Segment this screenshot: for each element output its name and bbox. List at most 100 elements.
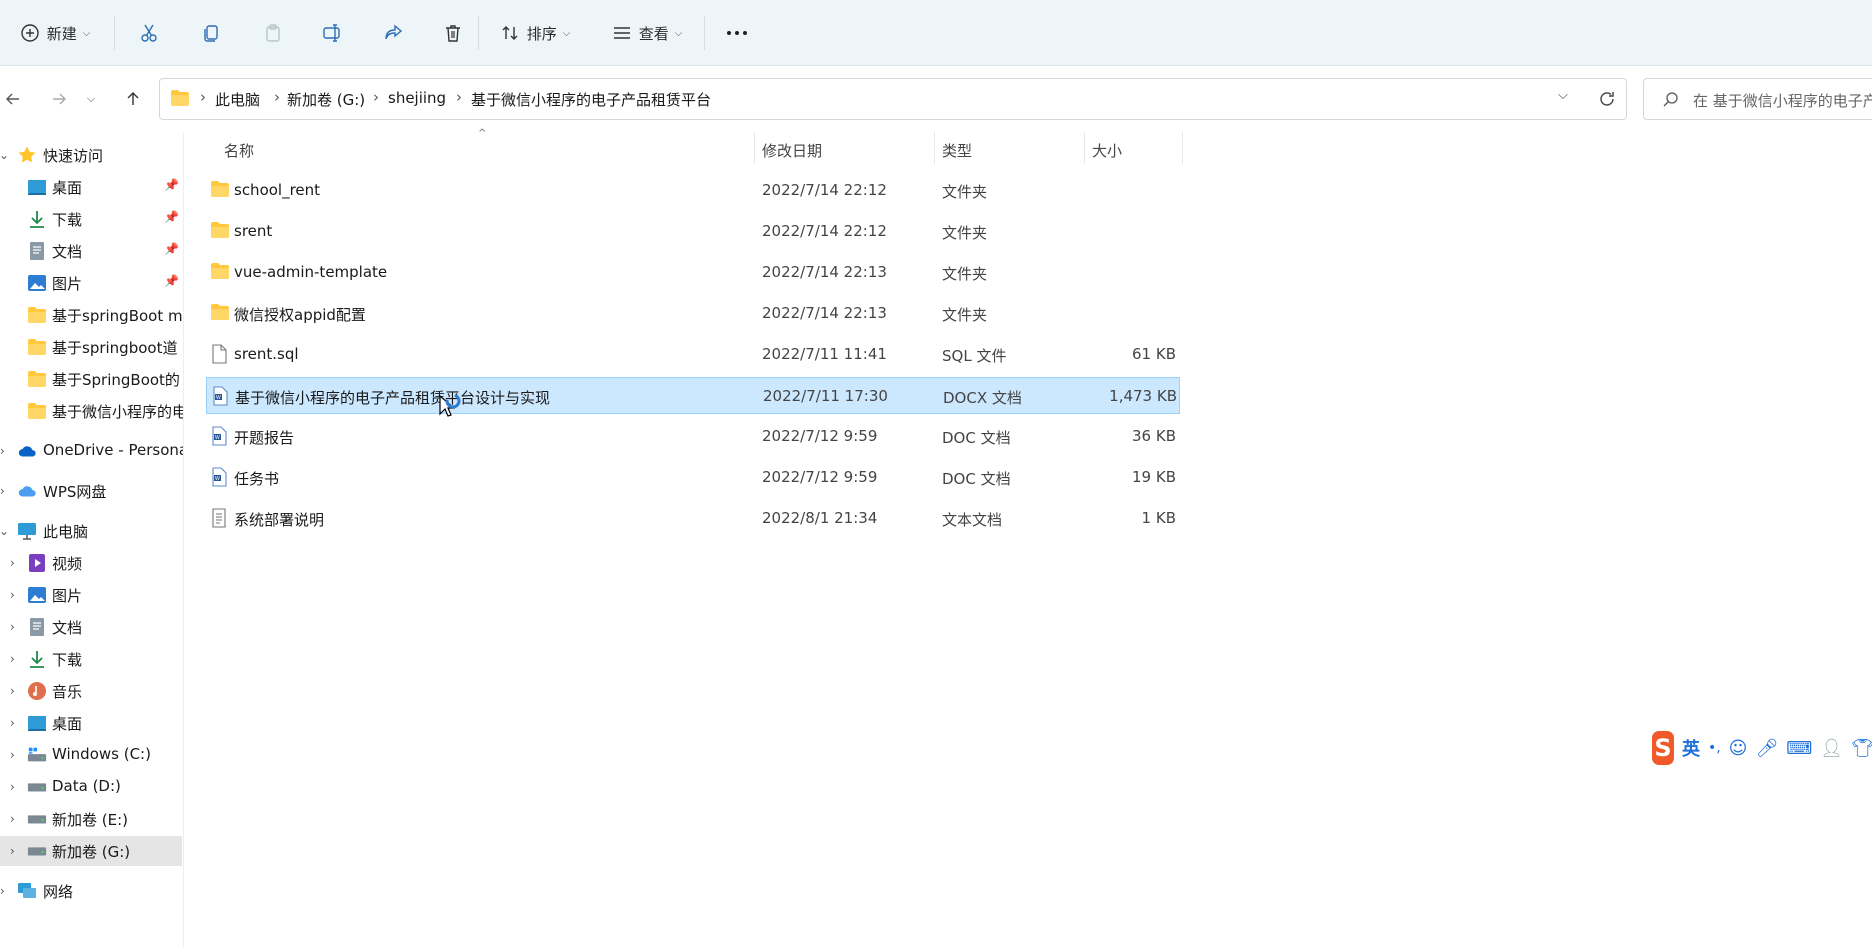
share-icon	[385, 24, 403, 40]
nav-item-drive-g[interactable]: › 新加卷 (G:)	[0, 836, 182, 866]
cut-button[interactable]	[130, 14, 168, 52]
nav-item-pictures[interactable]: › 图片	[0, 580, 183, 610]
recent-locations-button[interactable]: ⌵	[80, 82, 102, 116]
forward-button[interactable]	[42, 82, 76, 116]
column-header-modified[interactable]: 修改日期	[762, 140, 822, 161]
user-icon[interactable]: 👤︎	[1820, 738, 1843, 759]
breadcrumb-item[interactable]: 新加卷 (G:)	[287, 89, 365, 110]
file-row[interactable]: 微信授权appid配置 2022/7/14 22:13 文件夹	[206, 295, 1180, 332]
new-button-label: 新建	[46, 24, 77, 43]
nav-item-folder[interactable]: 基于微信小程序的电	[0, 396, 183, 426]
refresh-icon[interactable]	[1598, 90, 1616, 108]
cloud-icon	[17, 441, 37, 461]
address-bar[interactable]: › 此电脑 › 新加卷 (G:) › shejiing › 基于微信小程序的电子…	[159, 78, 1627, 120]
search-box[interactable]: 在 基于微信小程序的电子产	[1643, 78, 1872, 120]
breadcrumb-item[interactable]: shejiing	[388, 89, 446, 107]
share-button[interactable]	[374, 14, 412, 52]
nav-item-music[interactable]: › 音乐	[0, 676, 183, 706]
folder-icon	[27, 369, 47, 389]
nav-item-folder[interactable]: 基于springboot道	[0, 332, 183, 362]
chevron-down-icon: ⌵	[674, 27, 683, 39]
file-name: 系统部署说明	[234, 511, 325, 529]
column-divider[interactable]	[1182, 132, 1183, 164]
column-header-name[interactable]: 名称	[224, 140, 254, 161]
nav-item-downloads[interactable]: 下载 📌	[0, 204, 183, 234]
paste-button[interactable]	[254, 14, 292, 52]
nav-item-desktop[interactable]: › 桌面	[0, 708, 183, 738]
nav-item-desktop[interactable]: 桌面 📌	[0, 172, 183, 202]
keyboard-icon[interactable]: ⌨	[1786, 738, 1812, 759]
ime-toolbar[interactable]: S 英 •, ☺ 🎤︎ ⌨ 👤︎ 👕︎	[1652, 729, 1872, 767]
file-row[interactable]: W 任务书 2022/7/12 9:59 DOC 文档 19 KB	[206, 459, 1180, 496]
copy-button[interactable]	[192, 14, 230, 52]
pin-icon[interactable]: 📌	[164, 274, 179, 288]
rename-button[interactable]	[314, 14, 352, 52]
up-button[interactable]	[116, 82, 150, 116]
sort-ascending-icon: ^	[478, 128, 487, 139]
file-row[interactable]: W 开题报告 2022/7/12 9:59 DOC 文档 36 KB	[206, 418, 1180, 455]
column-divider[interactable]	[1084, 132, 1085, 164]
file-row[interactable]: school_rent 2022/7/14 22:12 文件夹	[206, 172, 1180, 209]
nav-label: OneDrive - Persona	[43, 441, 184, 459]
file-row[interactable]: W 基于微信小程序的电子产品租赁平台设计与实现 2022/7/11 17:30 DOC…	[206, 377, 1180, 414]
file-row[interactable]: srent.sql 2022/7/11 11:41 SQL 文件 61 KB	[206, 336, 1180, 373]
text-file-icon	[210, 508, 230, 528]
drive-icon	[27, 777, 47, 797]
nav-item-documents[interactable]: › 文档	[0, 612, 183, 642]
delete-button[interactable]	[434, 14, 472, 52]
column-divider[interactable]	[934, 132, 935, 164]
nav-item-pictures[interactable]: 图片 📌	[0, 268, 183, 298]
file-row[interactable]: 系统部署说明 2022/8/1 21:34 文本文档 1 KB	[206, 500, 1180, 537]
nav-item-drive-d[interactable]: › Data (D:)	[0, 772, 183, 802]
file-row[interactable]: vue-admin-template 2022/7/14 22:13 文件夹	[206, 254, 1180, 291]
trash-icon	[446, 25, 460, 42]
file-row[interactable]: srent 2022/7/14 22:12 文件夹	[206, 213, 1180, 250]
word-doc-icon: W	[211, 386, 231, 406]
column-divider[interactable]	[754, 132, 755, 164]
file-name: 任务书	[234, 470, 280, 488]
breadcrumb-item[interactable]: 此电脑	[215, 89, 260, 110]
column-header-size[interactable]: 大小	[1092, 140, 1122, 161]
file-size: 1 KB	[1141, 509, 1176, 527]
nav-quick-access[interactable]: ⌄ 快速访问	[0, 140, 183, 170]
more-options-button[interactable]	[718, 14, 756, 52]
ime-punctuation[interactable]: •,	[1708, 740, 1721, 756]
nav-this-pc[interactable]: ⌄ 此电脑	[0, 516, 183, 546]
nav-item-videos[interactable]: › 视频	[0, 548, 183, 578]
nav-label: 文档	[52, 243, 83, 261]
pin-icon[interactable]: 📌	[164, 242, 179, 256]
nav-item-folder[interactable]: 基于SpringBoot的	[0, 364, 183, 394]
pin-icon[interactable]: 📌	[164, 178, 179, 192]
address-history-dropdown[interactable]: ⌵	[1558, 88, 1568, 103]
nav-wps[interactable]: › WPS网盘	[0, 476, 183, 506]
file-type: DOC 文档	[942, 429, 1011, 447]
plus-circle-icon	[20, 24, 39, 42]
new-button[interactable]: 新建 ⌵	[12, 14, 98, 52]
file-modified: 2022/7/12 9:59	[762, 468, 878, 486]
divider	[114, 16, 115, 50]
file-name: 基于微信小程序的电子产品租赁平台设计与实现	[235, 389, 551, 407]
file-modified: 2022/7/14 22:13	[762, 263, 887, 281]
view-button[interactable]: 查看 ⌵	[606, 14, 688, 52]
breadcrumb-item-current[interactable]: 基于微信小程序的电子产品租赁平台	[471, 89, 711, 110]
nav-onedrive[interactable]: › OneDrive - Persona	[0, 436, 184, 466]
nav-item-drive-e[interactable]: › 新加卷 (E:)	[0, 804, 183, 834]
video-icon	[27, 553, 47, 573]
nav-network[interactable]: › 网络	[0, 876, 183, 906]
back-button[interactable]	[0, 82, 30, 116]
sogou-logo-icon: S	[1652, 731, 1674, 765]
skin-shirt-icon[interactable]: 👕︎	[1851, 738, 1872, 759]
nav-item-drive-c[interactable]: › Windows (C:)	[0, 740, 183, 770]
emoji-icon[interactable]: ☺	[1729, 738, 1748, 759]
nav-item-documents[interactable]: 文档 📌	[0, 236, 183, 266]
file-modified: 2022/7/11 17:30	[763, 387, 888, 405]
ime-mode[interactable]: 英	[1682, 735, 1700, 761]
pin-icon[interactable]: 📌	[164, 210, 179, 224]
microphone-icon[interactable]: 🎤︎	[1755, 738, 1778, 759]
nav-item-folder[interactable]: 基于springBoot m	[0, 300, 183, 330]
nav-item-downloads[interactable]: › 下载	[0, 644, 183, 674]
column-header-type[interactable]: 类型	[942, 140, 972, 161]
word-doc-icon: W	[210, 467, 230, 487]
sort-button[interactable]: 排序 ⌵	[494, 14, 576, 52]
chevron-down-icon: ⌵	[82, 27, 91, 39]
